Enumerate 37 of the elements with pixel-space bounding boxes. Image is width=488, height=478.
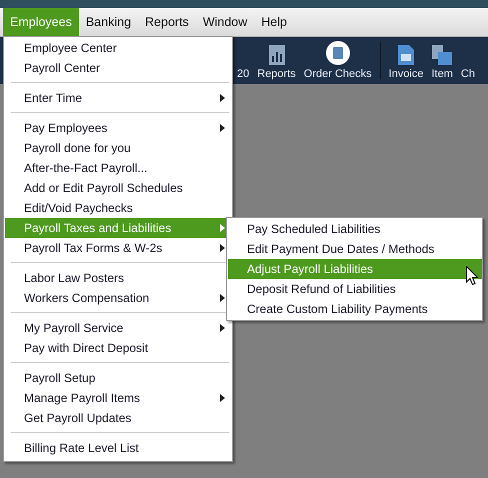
toolbar-button[interactable]: Item	[428, 37, 457, 84]
menu-item[interactable]: Add or Edit Payroll Schedules	[5, 178, 231, 198]
checkbook-icon	[326, 41, 350, 65]
chart-icon	[268, 45, 285, 65]
document-icon	[398, 45, 414, 65]
menu-item[interactable]: Pay Employees	[5, 118, 231, 138]
menu-bar-item[interactable]: Banking	[78, 8, 138, 36]
menu-item[interactable]: Pay Scheduled Liabilities	[228, 219, 482, 239]
menu-item[interactable]: Billing Rate Level List	[5, 438, 231, 458]
menu-bar-item[interactable]: Window	[196, 8, 254, 36]
menu-item[interactable]: Employee Center	[5, 38, 231, 58]
menu-item[interactable]: Pay with Direct Deposit	[5, 338, 231, 358]
toolbar-button[interactable]: Reports	[253, 37, 300, 84]
menu-bar-item[interactable]: Help	[254, 8, 294, 36]
menu-bar-item[interactable]: Employees	[3, 8, 79, 36]
mouse-pointer-icon	[466, 266, 479, 286]
menu-item[interactable]: Workers Compensation	[5, 288, 231, 308]
menu-item[interactable]: Get Payroll Updates	[5, 408, 231, 428]
menu-item[interactable]: Payroll Center	[5, 58, 231, 78]
toolbar-label[interactable]: 20	[237, 68, 250, 80]
box-icon	[432, 45, 452, 65]
menu-item[interactable]: After-the-Fact Payroll...	[5, 158, 231, 178]
menu-item[interactable]: Payroll done for you	[5, 138, 231, 158]
menu-item[interactable]: Create Custom Liability Payments	[228, 299, 482, 319]
menu-item[interactable]: Manage Payroll Items	[5, 388, 231, 408]
menu-item[interactable]: Enter Time	[5, 88, 231, 108]
menu-item[interactable]: Deposit Refund of Liabilities	[228, 279, 482, 299]
menu-item[interactable]: Payroll Setup	[5, 368, 231, 388]
menu-item[interactable]: Adjust Payroll Liabilities	[228, 259, 482, 279]
toolbar-label[interactable]: Ch	[460, 68, 475, 80]
toolbar-button[interactable]: Order Checks	[300, 37, 376, 84]
menu-item[interactable]: Edit Payment Due Dates / Methods	[228, 239, 482, 259]
menu-bar-item[interactable]: Reports	[138, 8, 196, 36]
menu-item[interactable]: My Payroll Service	[5, 318, 231, 338]
menu-item[interactable]: Edit/Void Paychecks	[5, 198, 231, 218]
toolbar-button[interactable]: Invoice	[384, 37, 428, 84]
menu-item[interactable]: Payroll Tax Forms & W-2s	[5, 238, 231, 258]
